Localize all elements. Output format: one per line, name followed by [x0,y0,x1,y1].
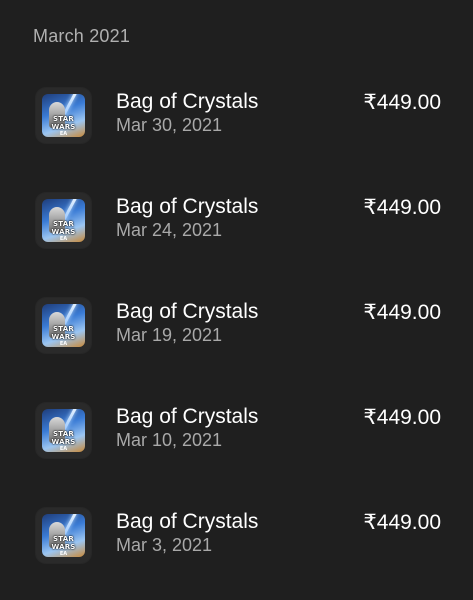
app-icon: STAR WARS EA [36,508,91,563]
star-wars-game-icon: STAR WARS EA [42,304,85,347]
purchase-history-page: March 2021 STAR WARS EA Bag of Crystals … [0,0,473,600]
item-title: Bag of Crystals [116,510,259,533]
item-price: ₹449.00 [363,406,441,429]
item-title: Bag of Crystals [116,300,259,323]
star-wars-game-icon: STAR WARS EA [42,94,85,137]
app-icon: STAR WARS EA [36,193,91,248]
app-icon: STAR WARS EA [36,403,91,458]
item-price: ₹449.00 [363,511,441,534]
item-date: Mar 24, 2021 [116,220,223,240]
item-title: Bag of Crystals [116,90,259,113]
item-title: Bag of Crystals [116,195,259,218]
purchase-item[interactable]: STAR WARS EA Bag of Crystals Mar 19, 202… [0,292,473,372]
purchase-item[interactable]: STAR WARS EA Bag of Crystals Mar 30, 202… [0,82,473,162]
star-wars-game-icon: STAR WARS EA [42,409,85,452]
purchase-item[interactable]: STAR WARS EA Bag of Crystals Mar 10, 202… [0,397,473,477]
purchase-item[interactable]: STAR WARS EA Bag of Crystals Mar 3, 2021… [0,502,473,582]
item-title: Bag of Crystals [116,405,259,428]
item-date: Mar 30, 2021 [116,115,223,135]
purchase-item[interactable]: STAR WARS EA Bag of Crystals Mar 24, 202… [0,187,473,267]
app-icon: STAR WARS EA [36,88,91,143]
item-price: ₹449.00 [363,196,441,219]
item-price: ₹449.00 [363,91,441,114]
item-price: ₹449.00 [363,301,441,324]
item-date: Mar 10, 2021 [116,430,223,450]
item-date: Mar 3, 2021 [116,535,213,555]
item-date: Mar 19, 2021 [116,325,223,345]
month-header: March 2021 [33,26,131,46]
star-wars-game-icon: STAR WARS EA [42,199,85,242]
star-wars-game-icon: STAR WARS EA [42,514,85,557]
app-icon: STAR WARS EA [36,298,91,353]
